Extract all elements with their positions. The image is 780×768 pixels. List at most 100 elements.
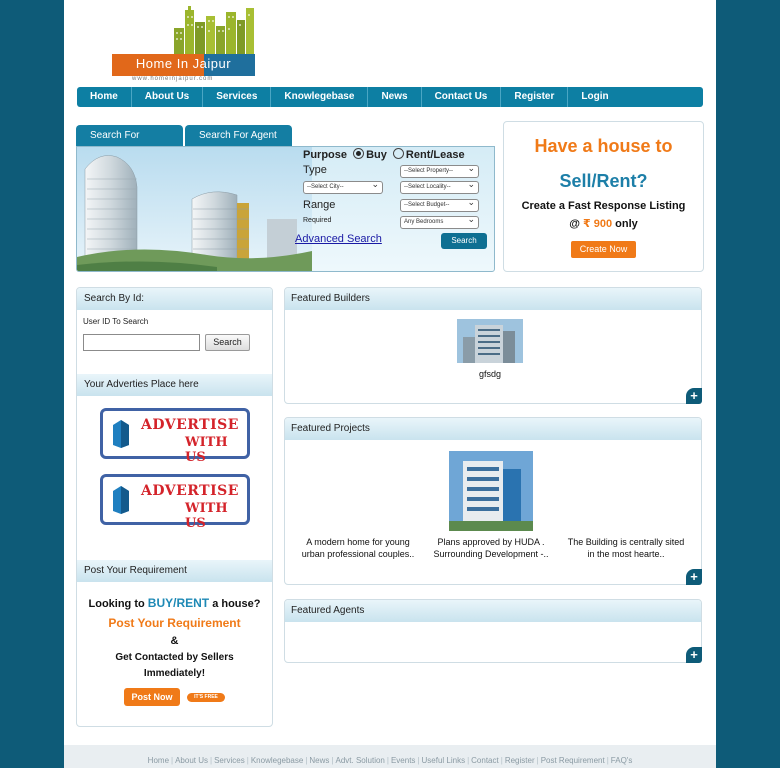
search-by-id-title: Search By Id: xyxy=(77,288,272,310)
promo-line1: Have a house to xyxy=(534,136,673,156)
footer-news[interactable]: News xyxy=(309,756,329,765)
user-id-search-button[interactable]: Search xyxy=(205,334,250,351)
more-builders-plus-icon[interactable]: + xyxy=(686,388,702,404)
tab-search-for[interactable]: Search For xyxy=(76,125,183,147)
footer-about-us[interactable]: About Us xyxy=(175,756,208,765)
locality-select[interactable]: --Select Locality-- xyxy=(400,179,479,194)
required-label: Required xyxy=(303,217,332,224)
req-line1-hi: BUY/RENT xyxy=(147,596,210,610)
nav-register[interactable]: Register xyxy=(501,87,569,107)
project-3-caption[interactable]: The Building is centrally sited in the m… xyxy=(555,536,697,560)
footer-home[interactable]: Home xyxy=(148,756,169,765)
nav-contact-us[interactable]: Contact Us xyxy=(422,87,502,107)
radio-buy[interactable] xyxy=(353,148,365,159)
ad-line1: ADVERTISE xyxy=(141,417,239,433)
footer-post-requirement[interactable]: Post Requirement xyxy=(541,756,605,765)
ads-title: Your Adverties Place here xyxy=(77,374,272,396)
property-type-select[interactable]: --Select Property-- xyxy=(400,163,479,178)
search-button[interactable]: Search xyxy=(441,233,487,249)
project-thumbnail[interactable] xyxy=(449,451,533,531)
nav-about-us[interactable]: About Us xyxy=(132,87,204,107)
left-sidebar: Search By Id: User ID To Search Search Y… xyxy=(76,287,273,727)
builder-thumbnail[interactable] xyxy=(457,319,523,363)
project-2-line2: Surrounding Development -.. xyxy=(433,549,549,559)
more-projects-plus-icon[interactable]: + xyxy=(686,569,702,585)
sell-rent-promo: Have a house to Sell/Rent? Create a Fast… xyxy=(503,121,704,272)
purpose-label: Purpose xyxy=(303,149,348,161)
post-requirement-title: Post Your Requirement xyxy=(77,560,272,582)
footer-events[interactable]: Events xyxy=(391,756,415,765)
project-3-line2: in the most hearte.. xyxy=(587,549,665,559)
tab-search-for-agent[interactable]: Search For Agent xyxy=(185,125,292,147)
nav-news[interactable]: News xyxy=(368,87,422,107)
logo-url: www.homeinjaipur.com xyxy=(132,76,214,82)
radio-rent-lease[interactable] xyxy=(392,148,404,159)
nav-services[interactable]: Services xyxy=(203,87,272,107)
project-3-line1: The Building is centrally sited xyxy=(567,537,685,547)
building-icon xyxy=(113,420,129,448)
project-1-line2: urban professional couples.. xyxy=(301,549,415,559)
ad-line2: WITH US xyxy=(185,501,228,531)
req-line2: Post Your Requirement xyxy=(108,616,241,630)
footer-register[interactable]: Register xyxy=(505,756,535,765)
type-label: Type xyxy=(303,164,327,176)
footer-services[interactable]: Services xyxy=(214,756,245,765)
promo-line2: Sell/Rent? xyxy=(559,171,648,191)
radio-buy-label: Buy xyxy=(366,149,387,161)
req-line5: Immediately! xyxy=(143,668,206,679)
nav-home[interactable]: Home xyxy=(77,87,132,107)
skyline-logo-graphic xyxy=(174,6,254,54)
advertise-banner-1[interactable]: ADVERTISE WITH US xyxy=(100,408,250,465)
advertise-banner-2[interactable]: ADVERTISE WITH US xyxy=(100,474,250,531)
post-now-button[interactable]: Post Now xyxy=(123,688,180,706)
req-line1-post: a house? xyxy=(212,598,261,610)
price-prefix: @ xyxy=(569,218,580,230)
project-2-caption[interactable]: Plans approved by HUDA . Surrounding Dev… xyxy=(423,536,559,560)
req-line1-pre: Looking to xyxy=(88,598,145,610)
ad-line1: ADVERTISE xyxy=(141,483,239,499)
footer-links: Home | About Us | Services | Knowlegebase | News… xyxy=(147,756,633,765)
nav-login[interactable]: Login xyxy=(568,87,621,107)
project-2-line1: Plans approved by HUDA . xyxy=(437,537,545,547)
ad-line2: WITH US xyxy=(185,435,228,465)
site-logo[interactable]: Home In Jaipur www.homeinjaipur.com xyxy=(112,6,257,84)
promo-sub: Create a Fast Response Listing xyxy=(521,200,686,212)
project-1-caption[interactable]: A modern home for young urban profession… xyxy=(289,536,427,560)
bedrooms-select[interactable]: Any Bedrooms xyxy=(400,214,479,229)
user-id-label: User ID To Search xyxy=(83,317,149,326)
buildings-banner-image xyxy=(77,147,312,271)
range-label: Range xyxy=(303,199,336,211)
property-search-panel: Purpose Buy Rent/Lease Type --Select Pro… xyxy=(76,146,495,272)
more-agents-plus-icon[interactable]: + xyxy=(686,647,702,663)
building-icon xyxy=(113,486,129,514)
nav-knowlegebase[interactable]: Knowlegebase xyxy=(271,87,369,107)
price-suffix: only xyxy=(615,218,638,230)
builder-name[interactable]: gfsdg xyxy=(457,368,523,380)
page-container: Home In Jaipur www.homeinjaipur.com Home… xyxy=(64,0,716,768)
featured-projects-title: Featured Projects xyxy=(285,418,701,440)
featured-projects-box: Featured Projects A modern home for youn… xyxy=(284,417,702,585)
footer-contact[interactable]: Contact xyxy=(471,756,499,765)
featured-builders-title: Featured Builders xyxy=(285,288,701,310)
featured-agents-title: Featured Agents xyxy=(285,600,701,622)
city-select[interactable]: --Select City-- xyxy=(303,179,383,194)
footer-faqs[interactable]: FAQ's xyxy=(611,756,633,765)
req-line3: & xyxy=(170,635,179,647)
req-line4: Get Contacted by Sellers xyxy=(115,652,234,663)
create-now-button[interactable]: Create Now xyxy=(571,241,636,258)
promo-price: @ ₹ 900 only xyxy=(504,217,703,230)
user-id-input[interactable] xyxy=(83,334,200,351)
footer-knowlegebase[interactable]: Knowlegebase xyxy=(251,756,303,765)
requirement-promo: Looking to BUY/RENT a house? Post Your R… xyxy=(77,592,272,706)
budget-select[interactable]: --Select Budget-- xyxy=(400,197,479,212)
advanced-search-link[interactable]: Advanced Search xyxy=(295,233,382,245)
footer-useful-links[interactable]: Useful Links xyxy=(422,756,466,765)
free-tag: IT'S FREE xyxy=(187,692,226,702)
footer-advt-solution[interactable]: Advt. Solution xyxy=(336,756,385,765)
project-1-line1: A modern home for young xyxy=(306,537,410,547)
featured-agents-box: Featured Agents + xyxy=(284,599,702,663)
featured-builders-box: Featured Builders gfsdg + xyxy=(284,287,702,404)
logo-name: Home In Jaipur xyxy=(135,56,232,71)
price-amount: ₹ 900 xyxy=(583,218,613,230)
radio-rent-label: Rent/Lease xyxy=(405,149,465,161)
